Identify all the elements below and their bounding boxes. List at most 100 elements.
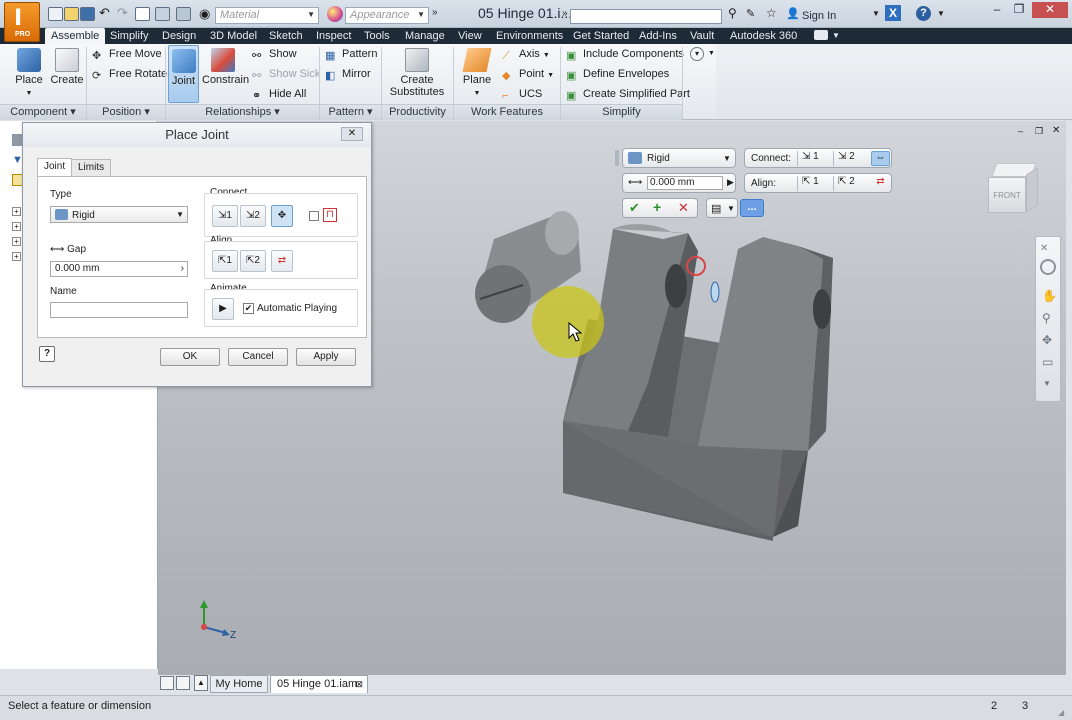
tab-joint[interactable]: Joint bbox=[37, 158, 73, 177]
tree-expand-icon[interactable]: + bbox=[12, 252, 21, 261]
define-envelopes-button[interactable]: ▣ Define Envelopes bbox=[566, 68, 669, 82]
component-panel-label[interactable]: Component ▾ bbox=[0, 104, 86, 120]
ribbon-toggle-icon[interactable] bbox=[814, 30, 828, 40]
tab-limits[interactable]: Limits bbox=[71, 159, 112, 177]
align-2-button[interactable]: ⇱ 2 bbox=[833, 176, 865, 191]
gap-field[interactable]: ⟷ 0.000 mm ▶ bbox=[622, 173, 736, 193]
align-2-button[interactable]: ⇱2 bbox=[240, 250, 266, 272]
work-features-panel-label[interactable]: Work Features bbox=[454, 104, 560, 120]
play-button[interactable]: ▶ bbox=[212, 298, 234, 320]
select-icon[interactable] bbox=[155, 7, 170, 21]
create-simplified-part-button[interactable]: ▣ Create Simplified Part bbox=[566, 88, 690, 102]
tab-simplify[interactable]: Simplify bbox=[104, 28, 155, 44]
tab-autodesk-360[interactable]: Autodesk 360 bbox=[724, 28, 803, 44]
relationships-panel-label[interactable]: Relationships ▾ bbox=[166, 104, 319, 120]
steering-wheel-icon[interactable] bbox=[1040, 259, 1056, 275]
automatic-playing-checkbox[interactable]: ✔ bbox=[243, 303, 254, 314]
help-icon[interactable]: ? bbox=[916, 6, 931, 21]
hide-all-button[interactable]: ⚭ Hide All bbox=[252, 88, 306, 102]
axis-button[interactable]: ⟋ Axis ▼ bbox=[502, 48, 550, 62]
navbar-close-icon[interactable]: ✕ bbox=[1040, 243, 1048, 254]
simplify-panel-label[interactable]: Simplify bbox=[561, 104, 682, 120]
gap-input[interactable]: 0.000 mm › bbox=[50, 261, 188, 277]
close-icon[interactable]: ✕ bbox=[1032, 2, 1068, 18]
connect-2-button[interactable]: ⇲ 2 bbox=[833, 151, 865, 166]
joint-button[interactable]: Joint bbox=[168, 45, 199, 103]
cancel-button[interactable]: Cancel bbox=[228, 348, 288, 366]
tab-close-icon[interactable]: ⊠ bbox=[355, 676, 363, 692]
flip-component-icon[interactable]: ✥ bbox=[271, 205, 293, 227]
flip-align-icon[interactable]: ⇄ bbox=[871, 176, 890, 191]
document-list-icon[interactable]: ▲ bbox=[194, 675, 208, 691]
view-cube-right[interactable] bbox=[1026, 167, 1038, 213]
position-panel-label[interactable]: Position ▾ bbox=[87, 104, 165, 120]
pan-icon[interactable]: ✋ bbox=[1042, 289, 1057, 303]
panel-options-icon[interactable]: ▾ bbox=[690, 47, 704, 61]
help-dropdown-icon[interactable]: ▼ bbox=[937, 9, 945, 18]
tab-design[interactable]: Design bbox=[156, 28, 202, 44]
tree-expand-icon[interactable]: + bbox=[12, 222, 21, 231]
place-button[interactable]: Place ▼ bbox=[12, 48, 46, 98]
connect-1-button[interactable]: ⇲1 bbox=[212, 205, 238, 227]
resize-grip-icon[interactable]: ◢ bbox=[1058, 708, 1064, 717]
type-dropdown[interactable]: Rigid ▼ bbox=[50, 206, 188, 223]
tab-environments[interactable]: Environments bbox=[490, 28, 569, 44]
tab-vault[interactable]: Vault bbox=[684, 28, 720, 44]
viewport-close-icon[interactable]: ✕ bbox=[1052, 125, 1060, 136]
tab-get-started[interactable]: Get Started bbox=[567, 28, 635, 44]
new-icon[interactable] bbox=[48, 7, 63, 21]
tab-tools[interactable]: Tools bbox=[358, 28, 396, 44]
minimize-icon[interactable]: – bbox=[986, 2, 1008, 18]
create-substitutes-button[interactable]: Create Substitutes bbox=[388, 48, 446, 98]
ribbon-toggle-dropdown-icon[interactable]: ▼ bbox=[832, 31, 840, 40]
ucs-button[interactable]: ⌐ UCS bbox=[502, 88, 542, 102]
connect-2-button[interactable]: ⇲2 bbox=[240, 205, 266, 227]
key-icon[interactable]: ✎ bbox=[746, 7, 755, 20]
constrain-button[interactable]: Constrain bbox=[202, 48, 249, 86]
free-rotate-button[interactable]: ⟳ Free Rotate bbox=[92, 68, 167, 82]
tile-horizontal-icon[interactable] bbox=[160, 676, 174, 690]
tab-3d-model[interactable]: 3D Model bbox=[204, 28, 263, 44]
search-input[interactable] bbox=[570, 9, 722, 24]
application-menu-button[interactable]: I PRO bbox=[4, 2, 40, 42]
dialog-close-icon[interactable]: ✕ bbox=[341, 127, 363, 141]
signin-dropdown-icon[interactable]: ▼ bbox=[872, 9, 880, 18]
tab-assemble[interactable]: Assemble bbox=[45, 28, 106, 44]
tab-inspect[interactable]: Inspect bbox=[310, 28, 357, 44]
view-cube[interactable]: FRONT bbox=[988, 163, 1038, 221]
material-combo[interactable]: Material ▼ bbox=[215, 7, 319, 24]
options-dropdown[interactable]: ▤ ▼ bbox=[706, 198, 738, 218]
align-1-button[interactable]: ⇱ 1 bbox=[797, 176, 829, 191]
flip-align-icon[interactable]: ⇄ bbox=[271, 250, 293, 272]
redo-icon[interactable]: ↷ bbox=[117, 5, 128, 21]
gap-value[interactable]: 0.000 mm bbox=[647, 176, 723, 190]
gap-arrow-icon[interactable]: ▶ bbox=[727, 177, 734, 188]
more-options-button[interactable]: ... bbox=[740, 199, 764, 217]
tab-sketch[interactable]: Sketch bbox=[263, 28, 309, 44]
lock-checkbox[interactable] bbox=[309, 211, 319, 221]
tab-view[interactable]: View bbox=[452, 28, 488, 44]
viewport-restore-icon[interactable]: ❐ bbox=[1035, 126, 1043, 137]
pattern-panel-label[interactable]: Pattern ▾ bbox=[320, 104, 381, 120]
tab-document[interactable]: 05 Hinge 01.iam ⊠ bbox=[270, 675, 368, 693]
connect-1-button[interactable]: ⇲ 1 bbox=[797, 151, 829, 166]
plane-button[interactable]: Plane ▼ bbox=[460, 48, 494, 98]
undo-icon[interactable]: ↶ bbox=[99, 5, 110, 21]
help-icon[interactable]: ? bbox=[39, 346, 55, 362]
point-button[interactable]: ◆ Point ▼ bbox=[502, 68, 554, 82]
align-1-button[interactable]: ⇱1 bbox=[212, 250, 238, 272]
mini-toolbar-grip[interactable] bbox=[615, 150, 619, 166]
navbar-dropdown-icon[interactable]: ▼ bbox=[1043, 379, 1051, 388]
pattern-button[interactable]: ▦ Pattern bbox=[325, 48, 377, 62]
cancel-x-icon[interactable]: ✕ bbox=[678, 200, 689, 216]
exchange-icon[interactable]: X bbox=[885, 5, 901, 21]
zoom-icon[interactable]: ⚲ bbox=[1042, 311, 1051, 325]
tab-manage[interactable]: Manage bbox=[399, 28, 451, 44]
ok-button[interactable]: OK bbox=[160, 348, 220, 366]
look-at-icon[interactable]: ▭ bbox=[1042, 355, 1053, 369]
viewport-minimize-icon[interactable]: – bbox=[1018, 126, 1023, 136]
star-icon[interactable]: ☆ bbox=[766, 6, 777, 20]
joint-type-dropdown[interactable]: Rigid ▼ bbox=[622, 148, 736, 168]
overflow-icon[interactable]: » bbox=[432, 7, 438, 18]
search-icon[interactable]: ⚲ bbox=[728, 6, 737, 20]
